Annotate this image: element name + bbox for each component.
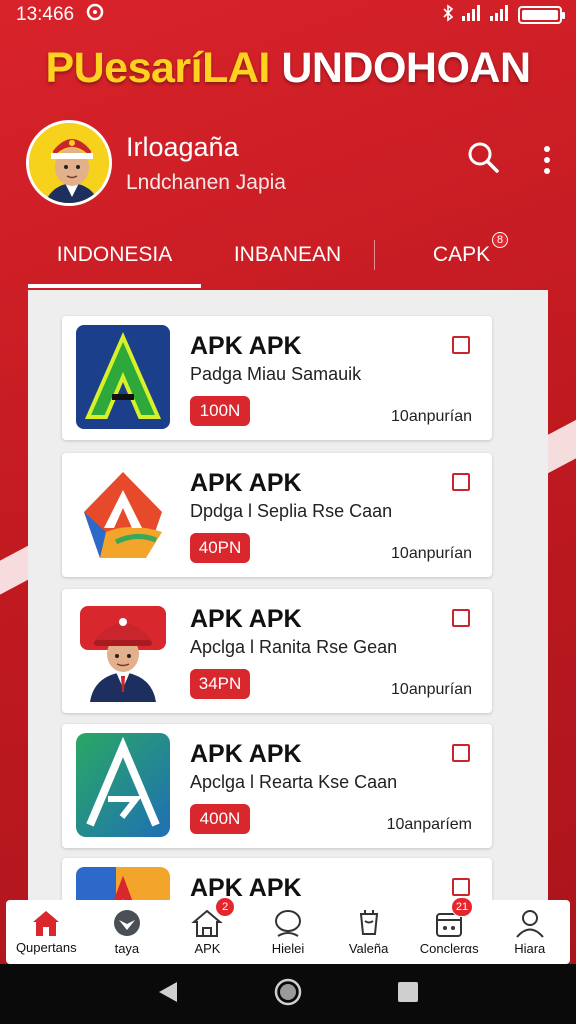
notification-badge: 2 — [215, 897, 236, 917]
app-meta: 10anpurían — [391, 408, 472, 425]
chat-bubble-icon — [275, 910, 302, 937]
nav-item-hielei[interactable]: Hielei — [248, 900, 329, 964]
profile-name: Irloagaña — [126, 131, 239, 162]
notification-badge: 21 — [450, 897, 474, 917]
more-options-icon[interactable] — [544, 145, 550, 174]
app-title: APK APK — [190, 605, 302, 633]
letter-a-green-icon — [76, 325, 170, 429]
app-title-part1: PUesaríLAI — [45, 44, 270, 92]
person-portrait-icon — [29, 123, 109, 203]
back-icon[interactable] — [157, 980, 179, 1009]
list-item[interactable]: APK APK Apclga l Ranita Rse Gean 34PN 10… — [62, 589, 492, 713]
nav-item-qupertans[interactable]: Qupertans — [6, 900, 87, 964]
size-badge: 40PN — [190, 533, 250, 563]
size-badge: 100N — [190, 396, 250, 426]
tab-capk[interactable]: CAPK 8 — [375, 222, 548, 288]
nav-item-taya[interactable]: taya — [87, 900, 168, 964]
nav-label: Hiara — [514, 941, 546, 956]
nav-label: Hielei — [271, 941, 305, 956]
list-item[interactable]: APK APK Apclga l Rearta Kse Caan 400N 10… — [62, 724, 492, 848]
profile-subtitle: Lndchanen Japia — [126, 170, 286, 194]
app-subtitle: Padga Miau Samauik — [190, 364, 362, 384]
header-actions — [466, 140, 550, 179]
list-item[interactable]: APK APK Dpdga l Seplia Rse Caan 40PN 10a… — [62, 453, 492, 577]
profile-header[interactable]: Irloagaña Lndchanen Japia — [26, 120, 286, 206]
tab-badge: 8 — [492, 232, 508, 248]
nav-item-conclerαs[interactable]: 21 Conclerαs — [409, 897, 490, 964]
letter-a-green-square-icon — [76, 733, 170, 837]
nav-label: Valeña — [348, 941, 389, 956]
app-subtitle: Dpdga l Seplia Rse Caan — [190, 501, 393, 521]
nav-label: Qupertans — [15, 940, 77, 955]
nav-item-apk[interactable]: 2 APK — [167, 897, 248, 964]
tab-label: CAPK — [432, 243, 491, 266]
search-icon[interactable] — [466, 140, 500, 179]
heart-shield-icon — [113, 910, 140, 936]
alarm-icon — [86, 3, 104, 27]
status-time: 13:466 — [16, 4, 75, 25]
person-icon — [515, 910, 544, 938]
tab-bar: INDONESIA INBANEAN CAPK 8 — [28, 222, 548, 288]
tab-label: INBANEAN — [233, 243, 342, 266]
home-icon — [33, 911, 60, 936]
recents-icon[interactable] — [397, 981, 419, 1008]
app-title: PUesaríLAI UNDOHOAN — [0, 44, 576, 93]
signal-icon — [490, 4, 510, 26]
nav-label: APK — [194, 941, 221, 956]
app-subtitle: Apclga l Ranita Rse Gean — [190, 637, 398, 657]
cup-icon — [359, 910, 378, 935]
nav-label: Conclerαs — [419, 941, 479, 956]
bluetooth-icon — [442, 3, 454, 27]
app-subtitle: Apclga l Rearta Kse Caan — [190, 772, 398, 792]
bottom-nav: Qupertans taya 2 APK Hielei Valeña 21 Co… — [6, 897, 570, 964]
app-title: APK APK — [190, 874, 302, 902]
status-bar: 13:466 — [0, 0, 576, 30]
app-meta: 10anparíem — [386, 816, 472, 833]
app-title: APK APK — [190, 332, 302, 360]
app-title: APK APK — [190, 740, 302, 768]
app-meta: 10anpurían — [391, 681, 472, 698]
letter-a-colorful-icon — [76, 462, 170, 566]
size-badge: 400N — [190, 804, 250, 834]
tab-label: INDONESIA — [56, 243, 173, 266]
select-checkbox[interactable] — [452, 609, 470, 627]
select-checkbox[interactable] — [452, 878, 470, 896]
app-list: APK APK Padga Miau Samauik 100N 10anpurí… — [28, 290, 548, 910]
nav-label: taya — [114, 941, 140, 956]
size-badge: 34PN — [190, 669, 250, 699]
list-item[interactable]: APK APK Padga Miau Samauik 100N 10anpurí… — [62, 316, 492, 440]
system-nav-bar — [0, 964, 576, 1024]
select-checkbox[interactable] — [452, 744, 470, 762]
app-title-part2: UNDOHOAN — [281, 44, 531, 92]
tab-inbanean[interactable]: INBANEAN — [201, 222, 374, 288]
select-checkbox[interactable] — [452, 473, 470, 491]
official-portrait-icon — [76, 598, 170, 702]
signal-icon — [462, 4, 482, 26]
app-title: APK APK — [190, 469, 302, 497]
nav-item-hiara[interactable]: Hiara — [489, 900, 570, 964]
home-circle-icon[interactable] — [274, 978, 302, 1011]
avatar[interactable] — [26, 120, 112, 206]
tab-indonesia[interactable]: INDONESIA — [28, 222, 201, 288]
select-checkbox[interactable] — [452, 336, 470, 354]
app-meta: 10anpurían — [391, 545, 472, 562]
nav-item-valena[interactable]: Valeña — [328, 900, 409, 964]
battery-icon — [518, 6, 565, 24]
